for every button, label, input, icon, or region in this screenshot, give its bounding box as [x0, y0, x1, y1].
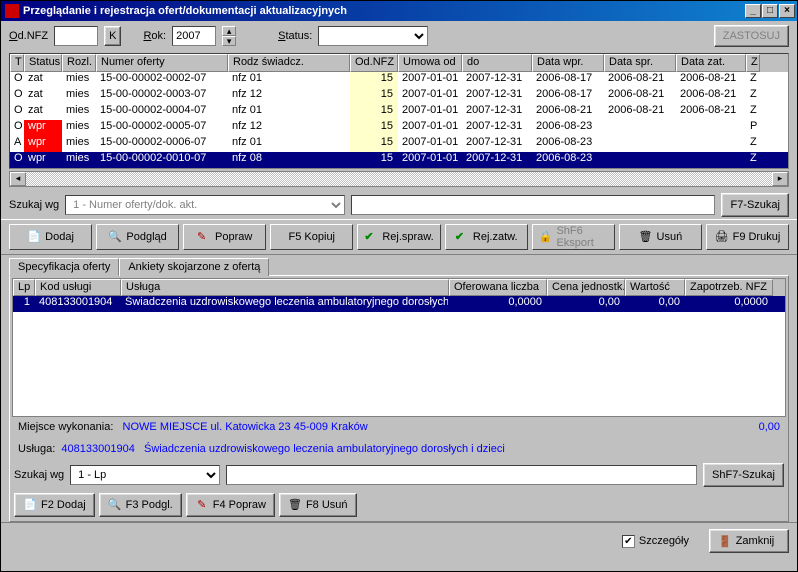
- detail-tabs: Specyfikacja oferty Ankiety skojarzone z…: [1, 257, 797, 275]
- delete-button[interactable]: 🗑Usuń: [619, 224, 702, 250]
- col-header[interactable]: Umowa od: [398, 54, 462, 72]
- col-header[interactable]: do: [462, 54, 532, 72]
- scroll-right-button[interactable]: ▸: [772, 172, 788, 186]
- rok-label: Rok:: [143, 30, 166, 42]
- rok-input[interactable]: [172, 26, 216, 46]
- table-row[interactable]: Ozatmies15-00-00002-0002-07nfz 01152007-…: [10, 72, 788, 88]
- f8-delete-button[interactable]: 🗑F8 Usuń: [279, 493, 357, 517]
- col-header[interactable]: Data spr.: [604, 54, 676, 72]
- search2-input[interactable]: [226, 465, 697, 485]
- add-icon: 📄: [27, 230, 41, 244]
- offers-grid[interactable]: TStatusRozl.Numer ofertyRodz świadcz.Od.…: [9, 53, 789, 169]
- col-header[interactable]: Numer oferty: [96, 54, 228, 72]
- trash-icon: 🗑: [639, 230, 653, 244]
- col-header[interactable]: Oferowana liczba: [449, 279, 547, 296]
- printer-icon: 🖨: [715, 230, 729, 244]
- f2-add-button[interactable]: 📄F2 Dodaj: [14, 493, 95, 517]
- col-header[interactable]: Usługa: [121, 279, 449, 296]
- filter-bar: Od.NFZ K Rok: ▴ ▾ Status: ZASTOSUJ: [1, 21, 797, 51]
- col-header[interactable]: T: [10, 54, 24, 72]
- search2-label: Szukaj wg: [14, 469, 64, 481]
- titlebar: Przeglądanie i rejestracja ofert/dokumen…: [1, 1, 797, 21]
- miejsce-info: Miejsce wykonania: NOWE MIEJSCE ul. Kato…: [10, 419, 788, 435]
- search1-combo[interactable]: 1 - Numer oferty/dok. akt.: [65, 195, 345, 215]
- bottom-bar: ✔ Szczegóły 🚪 Zamknij: [1, 522, 797, 559]
- magnifier-icon: 🔍: [108, 498, 122, 512]
- col-header[interactable]: Data wpr.: [532, 54, 604, 72]
- grid-header: TStatusRozl.Numer ofertyRodz świadcz.Od.…: [10, 54, 788, 72]
- edit-icon: ✎: [197, 230, 211, 244]
- col-header[interactable]: Od.NFZ: [350, 54, 398, 72]
- add-icon: 📄: [23, 498, 37, 512]
- col-header[interactable]: Cena jednostk.: [547, 279, 625, 296]
- check-icon: ✔: [455, 230, 469, 244]
- detail-header: LpKod usługiUsługaOferowana liczbaCena j…: [13, 279, 785, 296]
- details-checkbox[interactable]: ✔ Szczegóły: [622, 535, 689, 548]
- lock-icon: 🔒: [539, 230, 553, 244]
- maximize-button[interactable]: □: [762, 4, 778, 18]
- f3-preview-button[interactable]: 🔍F3 Podgl.: [99, 493, 182, 517]
- trash-icon: 🗑: [288, 498, 302, 512]
- col-header[interactable]: Lp: [13, 279, 35, 296]
- f7-search-button[interactable]: F7-Szukaj: [721, 193, 789, 217]
- magnifier-icon: 🔍: [108, 230, 122, 244]
- edit-button[interactable]: ✎Popraw: [183, 224, 266, 250]
- detail-grid[interactable]: LpKod usługiUsługaOferowana liczbaCena j…: [12, 278, 786, 417]
- usluga-info: Usługa: 408133001904 Świadczenia uzdrowi…: [10, 441, 788, 457]
- f4-edit-button[interactable]: ✎F4 Popraw: [186, 493, 275, 517]
- status-select[interactable]: [318, 26, 428, 46]
- preview-button[interactable]: 🔍Podgląd: [96, 224, 179, 250]
- scroll-left-button[interactable]: ◂: [10, 172, 26, 186]
- edit-icon: ✎: [195, 498, 209, 512]
- apply-button[interactable]: ZASTOSUJ: [714, 25, 789, 47]
- door-icon: 🚪: [718, 535, 732, 548]
- col-header[interactable]: Wartość: [625, 279, 685, 296]
- table-row[interactable]: Owprmies15-00-00002-0010-07nfz 08152007-…: [10, 152, 788, 168]
- rejspraw-button[interactable]: ✔Rej.spraw.: [357, 224, 440, 250]
- col-header[interactable]: Data zat.: [676, 54, 746, 72]
- export-button[interactable]: 🔒ShF6 Eksport: [532, 224, 615, 250]
- col-header[interactable]: Kod usługi: [35, 279, 121, 296]
- table-row[interactable]: Ozatmies15-00-00002-0003-07nfz 12152007-…: [10, 88, 788, 104]
- rejzatw-button[interactable]: ✔Rej.zatw.: [445, 224, 528, 250]
- app-icon: [5, 4, 19, 18]
- search2-combo[interactable]: 1 - Lp: [70, 465, 220, 485]
- check-icon: ✔: [364, 230, 378, 244]
- col-header[interactable]: Zapotrzeb. NFZ: [685, 279, 773, 296]
- main-toolbar: 📄Dodaj 🔍Podgląd ✎Popraw F5 Kopiuj ✔Rej.s…: [1, 219, 797, 255]
- copy-button[interactable]: F5 Kopiuj: [270, 224, 353, 250]
- col-header[interactable]: Rozl.: [62, 54, 96, 72]
- odnfz-input[interactable]: [54, 26, 98, 46]
- tab-pane: LpKod usługiUsługaOferowana liczbaCena j…: [9, 275, 789, 522]
- col-header[interactable]: Status: [24, 54, 62, 72]
- minimize-button[interactable]: _: [745, 4, 761, 18]
- checkbox-icon: ✔: [622, 535, 635, 548]
- table-row[interactable]: Awprmies15-00-00002-0006-07nfz 01152007-…: [10, 136, 788, 152]
- rok-spin-up[interactable]: ▴: [222, 26, 236, 36]
- tab-specification[interactable]: Specyfikacja oferty: [9, 258, 119, 276]
- col-header[interactable]: Z: [746, 54, 760, 72]
- title-text: Przeglądanie i rejestracja ofert/dokumen…: [23, 5, 745, 17]
- close-window-button[interactable]: 🚪 Zamknij: [709, 529, 789, 553]
- add-button[interactable]: 📄Dodaj: [9, 224, 92, 250]
- detail-row[interactable]: 1408133001904Świadczenia uzdrowiskowego …: [13, 296, 785, 312]
- table-row[interactable]: Owprmies15-00-00002-0005-07nfz 12152007-…: [10, 120, 788, 136]
- search1-label: Szukaj wg: [9, 199, 59, 211]
- close-button[interactable]: ×: [779, 4, 795, 18]
- print-button[interactable]: 🖨F9 Drukuj: [706, 224, 789, 250]
- search1-input[interactable]: [351, 195, 715, 215]
- tab-surveys[interactable]: Ankiety skojarzone z ofertą: [119, 258, 269, 276]
- grid-hscroll[interactable]: ◂ ▸: [9, 171, 789, 187]
- k-button[interactable]: K: [104, 26, 121, 46]
- col-header[interactable]: Rodz świadcz.: [228, 54, 350, 72]
- odnfz-label: Od.NFZ: [9, 30, 48, 42]
- status-label: Status:: [278, 30, 312, 42]
- rok-spin-down[interactable]: ▾: [222, 36, 236, 46]
- table-row[interactable]: Ozatmies15-00-00002-0004-07nfz 01152007-…: [10, 104, 788, 120]
- shf7-search-button[interactable]: ShF7-Szukaj: [703, 463, 784, 487]
